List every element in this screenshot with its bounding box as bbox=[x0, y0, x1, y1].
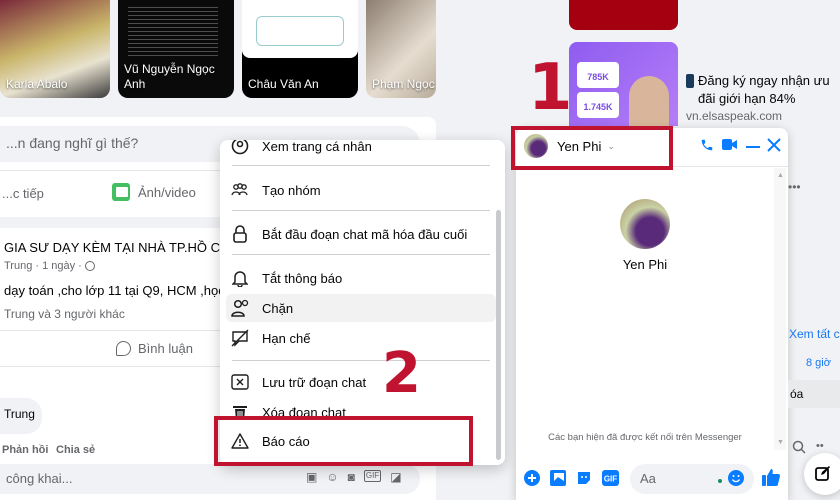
like-icon[interactable] bbox=[762, 468, 780, 486]
menu-item-label: Tạo nhóm bbox=[262, 182, 321, 198]
menu-item-label: Bắt đầu đoạn chat mã hóa đầu cuối bbox=[262, 226, 468, 242]
menu-item-create-group[interactable]: Tạo nhóm bbox=[230, 176, 495, 204]
story-name: Phạm Ngọc bbox=[372, 77, 435, 91]
more-options-icon[interactable]: ••• bbox=[788, 180, 801, 194]
post-body: dạy toán ,cho lớp 11 tại Q9, HCM ,học p.… bbox=[4, 283, 220, 298]
photo-label: Ảnh/video bbox=[138, 184, 196, 200]
video-call-icon[interactable] bbox=[722, 138, 737, 151]
partial-text: óa bbox=[790, 387, 804, 401]
svg-text:GIF: GIF bbox=[604, 475, 617, 484]
reply-link[interactable]: Phản hồi bbox=[2, 444, 48, 456]
ad-image[interactable]: 785K 1.745K bbox=[569, 42, 678, 126]
menu-item-archive[interactable]: Lưu trữ đoạn chat bbox=[230, 368, 495, 396]
profile-icon bbox=[230, 140, 250, 156]
ad-price-1: 785K bbox=[577, 62, 619, 88]
ad-banner-top[interactable] bbox=[569, 0, 678, 30]
story-card[interactable]: Karla Abalo bbox=[0, 0, 110, 98]
photo-video-button[interactable]: Ảnh/video bbox=[112, 183, 196, 201]
new-message-button[interactable] bbox=[804, 453, 840, 495]
menu-item-mute[interactable]: Tắt thông báo bbox=[230, 264, 495, 292]
menu-item-encrypted-chat[interactable]: Bắt đầu đoạn chat mã hóa đầu cuối bbox=[230, 220, 495, 248]
online-dot bbox=[718, 479, 722, 483]
story-name: Châu Văn An bbox=[248, 77, 319, 91]
menu-item-restrict[interactable]: Hạn chế bbox=[230, 324, 495, 352]
image-icon[interactable] bbox=[550, 470, 566, 486]
comment-label: Bình luận bbox=[138, 341, 193, 356]
sticker-icon[interactable] bbox=[576, 470, 592, 486]
restrict-icon bbox=[230, 328, 250, 348]
ad-title[interactable]: Đăng ký ngay nhận ưu đãi giới hạn 84% bbox=[698, 72, 836, 108]
archive-icon bbox=[230, 372, 250, 392]
ad-price-2: 1.745K bbox=[577, 92, 619, 118]
more-icon[interactable]: •• bbox=[816, 440, 824, 452]
bell-icon bbox=[230, 268, 250, 288]
gif-icon[interactable]: GIF bbox=[363, 470, 382, 482]
menu-item-view-profile[interactable]: Xem trang cá nhân bbox=[230, 140, 495, 160]
post-reactions[interactable]: Trung và 3 người khác bbox=[4, 307, 125, 321]
time-label: 8 giờ bbox=[806, 357, 831, 369]
phone-emoji-icon bbox=[686, 74, 694, 88]
story-card[interactable]: Phạm Ngọc bbox=[366, 0, 436, 98]
step-number-1: 1 bbox=[528, 51, 573, 125]
block-user-icon bbox=[230, 298, 250, 318]
sticker-icon[interactable]: ◪ bbox=[390, 470, 401, 484]
step-number-2: 2 bbox=[382, 341, 421, 406]
see-all-link[interactable]: Xem tất cả bbox=[789, 327, 840, 341]
comment-button[interactable]: Bình luận bbox=[116, 341, 193, 356]
post-meta: Trung · 1 ngày · bbox=[4, 260, 82, 272]
menu-scrollbar[interactable] bbox=[496, 210, 501, 460]
minimize-icon[interactable] bbox=[746, 146, 760, 148]
profile-avatar[interactable] bbox=[620, 199, 670, 249]
menu-item-label: Chặn bbox=[262, 300, 294, 316]
connected-notice: Các bạn hiện đã được kết nối trên Messen… bbox=[548, 432, 742, 443]
lock-icon bbox=[230, 224, 250, 244]
share-link[interactable]: Chia sẻ bbox=[56, 444, 95, 456]
story-card[interactable]: Vũ Nguyễn Ngọc Anh bbox=[118, 0, 234, 98]
live-video-button[interactable]: ...c tiếp bbox=[2, 186, 44, 201]
comment-placeholder: công khai... bbox=[6, 471, 73, 486]
globe-icon bbox=[84, 261, 95, 271]
avatar-sticker-icon[interactable]: ▣ bbox=[306, 470, 317, 484]
camera-icon[interactable]: ◙ bbox=[348, 470, 355, 484]
ad-url[interactable]: vn.elsaspeak.com bbox=[686, 109, 782, 123]
gif-icon[interactable]: GIF bbox=[602, 470, 619, 486]
profile-name: Yen Phi bbox=[622, 257, 668, 272]
emoji-icon[interactable]: ☺ bbox=[326, 470, 338, 484]
menu-item-label: Tắt thông báo bbox=[262, 270, 343, 286]
message-placeholder: Aa bbox=[640, 471, 656, 486]
chat-scrollbar[interactable]: ▲ ▼ bbox=[774, 168, 786, 450]
story-name: Karla Abalo bbox=[6, 77, 68, 91]
search-icon[interactable] bbox=[792, 440, 806, 454]
compose-icon bbox=[815, 465, 831, 481]
group-icon bbox=[230, 180, 250, 200]
add-icon[interactable] bbox=[524, 470, 540, 486]
comment-author[interactable]: Trung bbox=[4, 407, 35, 421]
photo-icon bbox=[112, 183, 130, 201]
story-name: Vũ Nguyễn Ngọc Anh bbox=[124, 62, 215, 91]
highlight-contact-header bbox=[511, 126, 673, 170]
menu-item-label: Xem trang cá nhân bbox=[262, 140, 372, 154]
post-title[interactable]: GIA SƯ DẠY KÈM TẠI NHÀ TP.HỒ CHÍ ... bbox=[4, 240, 220, 255]
menu-item-label: Lưu trữ đoạn chat bbox=[262, 374, 367, 390]
close-icon[interactable] bbox=[767, 138, 781, 152]
menu-item-block[interactable]: Chặn bbox=[226, 294, 496, 322]
comment-bubble: Trung bbox=[0, 398, 42, 434]
phone-icon[interactable] bbox=[700, 138, 714, 152]
story-card[interactable]: Châu Văn An bbox=[242, 0, 358, 98]
highlight-report-item bbox=[214, 416, 473, 466]
composer-placeholder: ...n đang nghĩ gì thế? bbox=[6, 135, 139, 151]
chat-window: Yen Phi ⌄ Yen Phi Các bạn hiện đã được k… bbox=[516, 128, 788, 500]
comment-icon bbox=[116, 341, 131, 356]
menu-item-label: Hạn chế bbox=[262, 330, 311, 346]
emoji-icon[interactable] bbox=[728, 470, 744, 486]
